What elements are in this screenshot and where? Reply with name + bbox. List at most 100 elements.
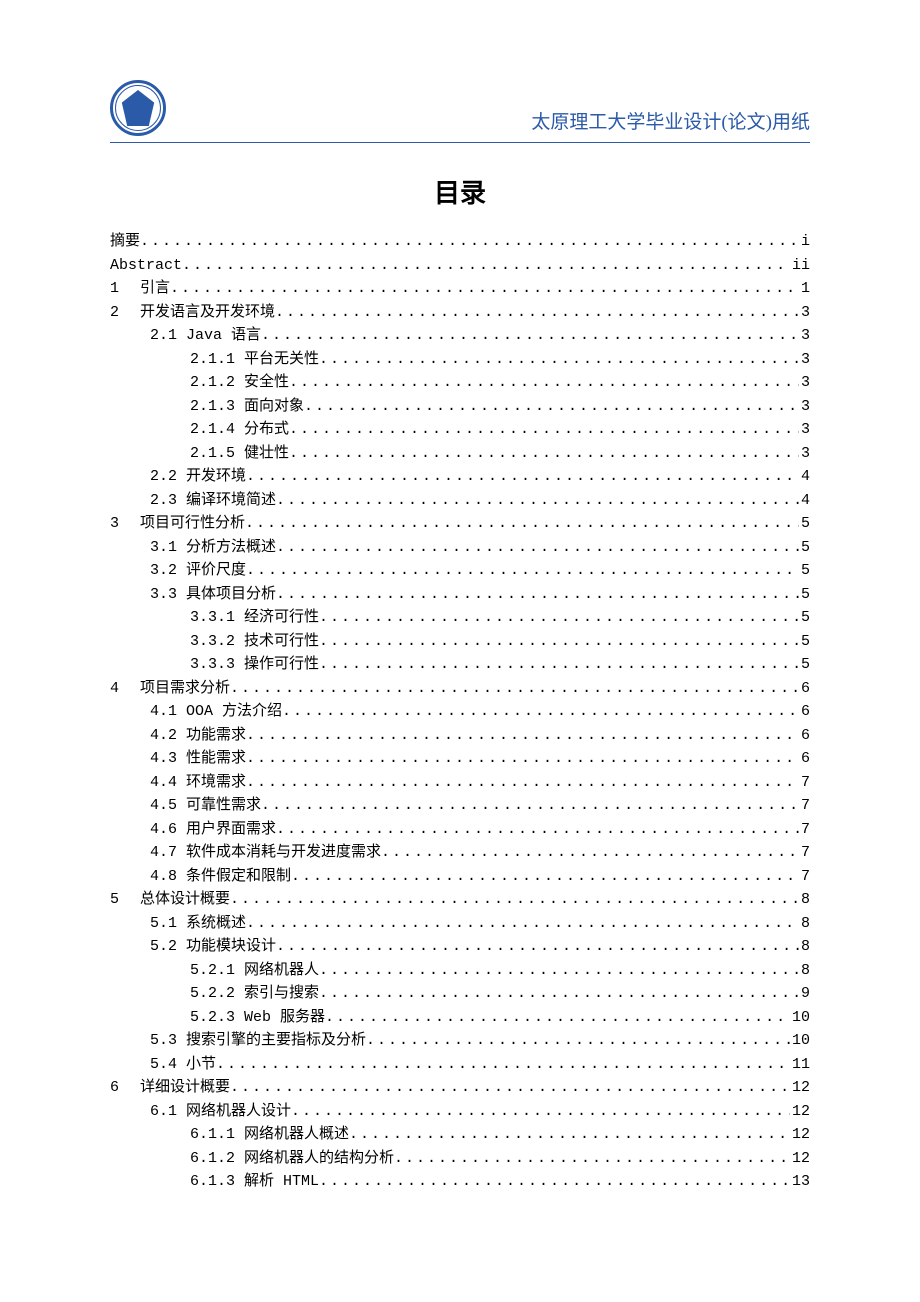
toc-entry-number: 5	[110, 888, 140, 912]
toc-leader-dots	[291, 865, 799, 889]
toc-entry: 3.2 评价尺度 5	[110, 559, 810, 583]
toc-entry-label: 3.3.1 经济可行性	[190, 606, 319, 630]
toc-entry-label: 1引言	[110, 277, 170, 301]
toc-entry: 2.3 编译环境简述4	[110, 489, 810, 513]
toc-entry: 5总体设计概要8	[110, 888, 810, 912]
toc-leader-dots	[230, 677, 799, 701]
toc-leader-dots	[246, 559, 799, 583]
toc-entry-page: 5	[799, 512, 810, 536]
toc-entry: 6.1 网络机器人设计12	[110, 1100, 810, 1124]
toc-entry: 5.2 功能模块设计 8	[110, 935, 810, 959]
toc-entry: 2.2 开发环境 4	[110, 465, 810, 489]
toc-entry-page: 12	[790, 1123, 810, 1147]
toc-entry: 2.1.5 健壮性 3	[110, 442, 810, 466]
toc-entry: 2.1.1 平台无关性3	[110, 348, 810, 372]
toc-entry-page: 5	[799, 559, 810, 583]
toc-entry-label: 4.1 OOA 方法介绍	[150, 700, 282, 724]
toc-entry-page: 8	[799, 888, 810, 912]
toc-entry-page: 4	[799, 465, 810, 489]
toc-entry-page: 13	[790, 1170, 810, 1194]
toc-entry-label: 2.1.5 健壮性	[190, 442, 289, 466]
toc-leader-dots	[289, 371, 799, 395]
toc-leader-dots	[182, 254, 790, 278]
toc-leader-dots	[261, 324, 799, 348]
toc-leader-dots	[319, 653, 799, 677]
toc-entry-label: 2开发语言及开发环境	[110, 301, 275, 325]
toc-entry-label: 2.1.4 分布式	[190, 418, 289, 442]
toc-entry-label: 3.2 评价尺度	[150, 559, 246, 583]
toc-leader-dots	[276, 935, 799, 959]
toc-entry: 4项目需求分析6	[110, 677, 810, 701]
toc-leader-dots	[349, 1123, 790, 1147]
toc-entry-number: 6	[110, 1076, 140, 1100]
toc-leader-dots	[276, 489, 799, 513]
toc-entry: 4.2 功能需求6	[110, 724, 810, 748]
toc-entry-page: 6	[799, 724, 810, 748]
toc-entry-page: 3	[799, 371, 810, 395]
toc-leader-dots	[276, 583, 799, 607]
toc-entry: 5.3 搜索引擎的主要指标及分析10	[110, 1029, 810, 1053]
toc-entry: 5.2.2 索引与搜索9	[110, 982, 810, 1006]
toc-leader-dots	[246, 912, 799, 936]
toc-entry-page: 3	[799, 348, 810, 372]
toc-entry-page: 6	[799, 677, 810, 701]
toc-entry: 6.1.3 解析 HTML 13	[110, 1170, 810, 1194]
toc-entry-label: 2.3 编译环境简述	[150, 489, 276, 513]
toc-entry-page: 5	[799, 653, 810, 677]
toc-entry: Abstractii	[110, 254, 810, 278]
toc-entry: 6.1.2 网络机器人的结构分析12	[110, 1147, 810, 1171]
toc-entry-label: Abstract	[110, 254, 182, 278]
toc-leader-dots	[319, 959, 799, 983]
toc-leader-dots	[245, 512, 799, 536]
toc-leader-dots	[319, 982, 799, 1006]
toc-leader-dots	[246, 465, 799, 489]
table-of-contents: 摘要iAbstractii1引言12开发语言及开发环境32.1 Java 语言 …	[110, 230, 810, 1194]
toc-entry-page: 11	[790, 1053, 810, 1077]
toc-leader-dots	[289, 418, 799, 442]
toc-entry-page: 3	[799, 324, 810, 348]
toc-entry: 1引言1	[110, 277, 810, 301]
toc-entry: 摘要i	[110, 230, 810, 254]
toc-entry-page: 9	[799, 982, 810, 1006]
toc-entry: 2.1.4 分布式3	[110, 418, 810, 442]
toc-entry-label: 4.6 用户界面需求	[150, 818, 276, 842]
toc-entry-label: 4.4 环境需求	[150, 771, 246, 795]
toc-entry-page: 10	[790, 1006, 810, 1030]
toc-leader-dots	[261, 794, 799, 818]
toc-entry-label: 5.2 功能模块设计	[150, 935, 276, 959]
toc-entry-label: 2.1.2 安全性	[190, 371, 289, 395]
toc-leader-dots	[282, 700, 799, 724]
toc-leader-dots	[140, 230, 799, 254]
toc-leader-dots	[289, 442, 799, 466]
toc-entry: 4.5 可靠性需求7	[110, 794, 810, 818]
toc-leader-dots	[394, 1147, 790, 1171]
toc-entry: 4.3 性能需求6	[110, 747, 810, 771]
toc-entry-page: 3	[799, 395, 810, 419]
toc-entry-label: 6.1.3 解析 HTML	[190, 1170, 319, 1194]
toc-entry: 6详细设计概要 12	[110, 1076, 810, 1100]
toc-entry-label: 5.2.3 Web 服务器	[190, 1006, 325, 1030]
toc-leader-dots	[276, 818, 799, 842]
toc-entry-label: 2.2 开发环境	[150, 465, 246, 489]
toc-entry-page: 3	[799, 442, 810, 466]
toc-entry-label: 6.1 网络机器人设计	[150, 1100, 291, 1124]
toc-entry-page: 3	[799, 301, 810, 325]
toc-entry-label: 3.3.3 操作可行性	[190, 653, 319, 677]
toc-entry: 3.3.3 操作可行性 5	[110, 653, 810, 677]
page-header: 太原理工大学毕业设计(论文)用纸	[110, 80, 810, 143]
toc-entry-page: 10	[790, 1029, 810, 1053]
toc-entry-label: 6.1.1 网络机器人概述	[190, 1123, 349, 1147]
toc-heading: 目录	[110, 173, 810, 210]
toc-entry-label: 6详细设计概要	[110, 1076, 230, 1100]
toc-entry-page: 7	[799, 794, 810, 818]
toc-entry-page: 6	[799, 700, 810, 724]
toc-entry: 2开发语言及开发环境 3	[110, 301, 810, 325]
toc-entry-page: 12	[790, 1076, 810, 1100]
toc-entry-page: 8	[799, 912, 810, 936]
toc-entry: 2.1.3 面向对象3	[110, 395, 810, 419]
toc-leader-dots	[304, 395, 799, 419]
toc-entry-number: 4	[110, 677, 140, 701]
toc-leader-dots	[381, 841, 799, 865]
toc-entry-page: 8	[799, 935, 810, 959]
toc-leader-dots	[291, 1100, 790, 1124]
